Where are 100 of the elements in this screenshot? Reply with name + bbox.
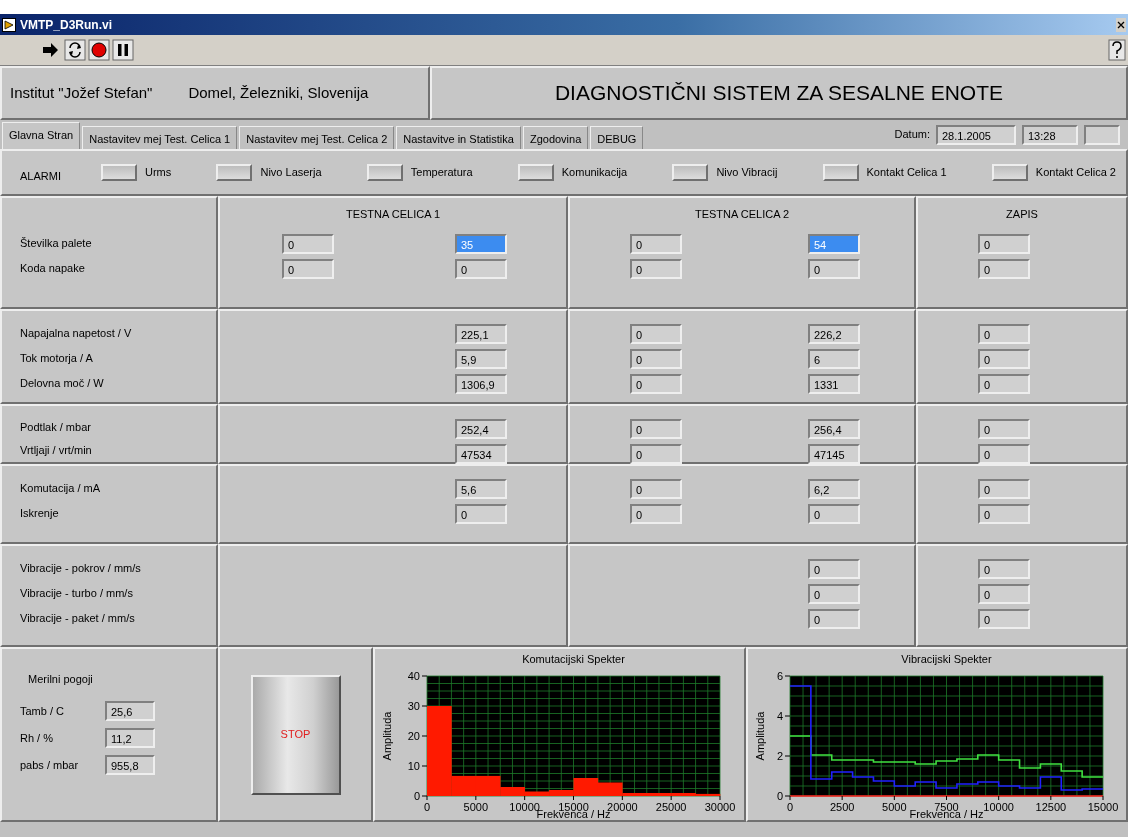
- institute-name: Institut "Jožef Stefan": [10, 82, 153, 103]
- alarm-label: Nivo Laserja: [260, 165, 322, 181]
- value-field: 0: [978, 323, 1030, 344]
- tab[interactable]: Nastavitev mej Test. Celica 2: [239, 126, 395, 149]
- y-tick-label: 4: [776, 710, 783, 722]
- value-field: 0: [630, 418, 682, 439]
- panel-title: Merilni pogoji: [28, 672, 94, 687]
- row-label: Vibracije - paket / mm/s: [20, 611, 135, 627]
- tab[interactable]: Glavna Stran: [2, 122, 81, 149]
- y-tick-label: 20: [407, 730, 420, 742]
- company-name: Domel, Železniki, Slovenija: [188, 82, 369, 103]
- value-field: 0: [978, 583, 1030, 604]
- row-label: Vibracije - pokrov / mm/s: [20, 561, 141, 577]
- y-tick-label: 2: [776, 750, 783, 762]
- window-title: VMTP_D3Run.vi: [20, 16, 112, 34]
- app-icon: [2, 17, 16, 32]
- row-label: Podtlak / mbar: [20, 420, 91, 436]
- value-field: 0: [630, 503, 682, 524]
- value-field: 47534: [455, 443, 507, 464]
- row-label: Iskrenje: [20, 506, 59, 522]
- value-field: 35: [455, 233, 507, 254]
- value-field: 0: [630, 373, 682, 394]
- value-field: 5,9: [455, 348, 507, 369]
- value-field: 1331: [808, 373, 860, 394]
- row-label: Vibracije - turbo / mm/s: [20, 586, 133, 602]
- y-tick-label: 10: [407, 760, 420, 772]
- value-field: 0: [978, 373, 1030, 394]
- y-tick-label: 40: [407, 670, 420, 682]
- value-field: 0: [455, 503, 507, 524]
- value-field: 0: [978, 348, 1030, 369]
- value-field: 955,8: [105, 755, 155, 775]
- x-tick-label: 0: [423, 801, 431, 813]
- value-field: 54: [808, 233, 860, 254]
- column-header: TESTNA CELICA 2: [694, 207, 790, 223]
- y-tick-label: 0: [776, 790, 783, 802]
- value-field: 0: [978, 608, 1030, 629]
- value-field: 226,2: [808, 323, 860, 344]
- date-field: 28.1.2005: [936, 124, 1016, 145]
- close-icon[interactable]: [1116, 17, 1126, 32]
- stop-icon[interactable]: [88, 39, 110, 61]
- alarm-label: Temperatura: [410, 165, 473, 181]
- value-field: 0: [282, 233, 334, 254]
- row-label: Številka palete: [20, 236, 92, 252]
- help-icon[interactable]: [1108, 39, 1126, 61]
- x-tick-label: 0: [786, 801, 794, 813]
- y-tick-label: 30: [407, 700, 420, 712]
- value-field: 0: [630, 258, 682, 279]
- y-axis: 0 10 20 30 40: [407, 670, 428, 802]
- y-tick-label: 0: [413, 790, 420, 802]
- pause-icon[interactable]: [112, 39, 134, 61]
- value-field: 0: [282, 258, 334, 279]
- tab[interactable]: Nastavitev mej Test. Celica 1: [82, 126, 238, 149]
- time-field: 13:28: [1022, 124, 1078, 145]
- value-field: 0: [630, 348, 682, 369]
- x-tick-label: 10000: [983, 801, 1014, 813]
- alarm-label: Kontakt Celica 2: [1035, 165, 1116, 181]
- value-field: 6: [808, 348, 860, 369]
- row-label: Rh / %: [20, 730, 54, 746]
- panel-title: DIAGNOSTIČNI SISTEM ZA SESALNE ENOTE: [554, 80, 1004, 107]
- axis-title: Amplituda: [381, 711, 393, 761]
- chart-title: Vibracijski Spekter: [901, 653, 992, 665]
- x-tick-label: 12500: [1035, 801, 1067, 813]
- alarm-label: Urms: [144, 165, 172, 181]
- x-tick-label: 7500: [934, 801, 959, 813]
- tab[interactable]: DEBUG: [590, 126, 644, 149]
- value-field: 0: [978, 443, 1030, 464]
- alarm-label: Komunikacija: [561, 165, 628, 181]
- column-header: ZAPIS: [1006, 207, 1038, 223]
- x-tick-label: 30000: [704, 801, 736, 813]
- value-field: 0: [978, 258, 1030, 279]
- alarms-label: ALARMI: [20, 169, 61, 185]
- stop-button[interactable]: STOP: [250, 674, 341, 795]
- row-label: Tok motorja / A: [20, 351, 93, 367]
- x-tick-label: 25000: [655, 801, 687, 813]
- run-continuously-icon[interactable]: [64, 39, 86, 61]
- value-field: 0: [630, 478, 682, 499]
- value-field: 0: [630, 323, 682, 344]
- alarm-label: Nivo Vibracij: [716, 165, 778, 181]
- x-tick-label: 5000: [463, 801, 489, 813]
- row-label: Vrtljaji / vrt/min: [20, 443, 92, 459]
- y-axis: 0 2 4 6: [776, 670, 791, 802]
- axis-title: Amplituda: [754, 711, 766, 761]
- tab[interactable]: Zgodovina: [522, 126, 589, 149]
- row-label: pabs / mbar: [20, 757, 80, 773]
- tab[interactable]: Nastavitve in Statistika: [396, 126, 521, 149]
- date-label: Datum:: [894, 127, 930, 143]
- chart-title: Komutacijski Spekter: [522, 653, 625, 665]
- value-field: 25,6: [105, 701, 155, 721]
- value-field: 0: [978, 478, 1030, 499]
- value-field: 0: [978, 558, 1030, 579]
- value-field: 0: [808, 558, 860, 579]
- value-field: 252,4: [455, 418, 507, 439]
- value-field: 0: [808, 608, 860, 629]
- value-field: 0: [978, 233, 1030, 254]
- value-field: 256,4: [808, 418, 860, 439]
- empty-field: [1084, 124, 1120, 145]
- value-field: 6,2: [808, 478, 860, 499]
- value-field: 0: [808, 583, 860, 604]
- row-label: Delovna moč / W: [20, 376, 104, 392]
- x-tick-label: 2500: [829, 801, 855, 813]
